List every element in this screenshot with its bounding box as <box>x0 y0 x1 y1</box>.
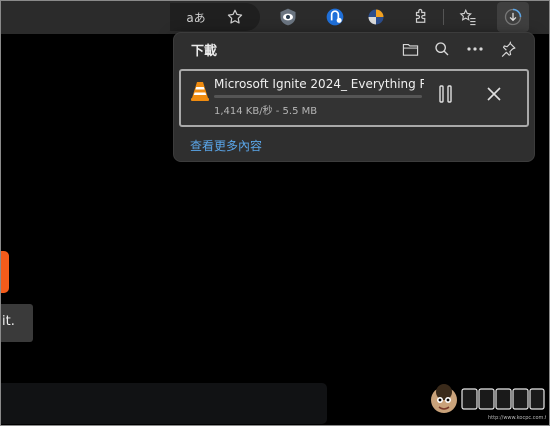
download-item[interactable]: Microsoft Ignite 2024_ Everything Re 1,4… <box>179 69 529 127</box>
downloads-icon[interactable] <box>501 5 525 29</box>
see-more-link[interactable]: 查看更多內容 <box>190 137 262 154</box>
download-filename[interactable]: Microsoft Ignite 2024_ Everything Re <box>214 77 424 91</box>
close-icon <box>487 87 501 101</box>
page-bottom-bar <box>0 383 327 424</box>
pause-button[interactable] <box>435 83 457 105</box>
page-tooltip: it. <box>0 304 33 342</box>
watermark-url: http://www.kocpc.com.tw <box>488 415 546 421</box>
orange-side-tab[interactable] <box>0 251 9 293</box>
extensions-icon[interactable] <box>409 5 433 29</box>
toolbar-separator <box>443 9 444 25</box>
tracker-extension-icon[interactable] <box>323 5 347 29</box>
color-extension-icon[interactable] <box>364 5 388 29</box>
browser-toolbar: aあ <box>0 0 550 34</box>
cancel-download-button[interactable] <box>483 83 505 105</box>
download-progress-bar <box>214 95 422 98</box>
downloads-panel: 下載 Microsoft Ignite 2024_ Everything Re … <box>173 32 535 162</box>
tooltip-text: it. <box>2 314 15 329</box>
download-status: 1,414 KB/秒 - 5.5 MB <box>214 106 318 117</box>
favorite-star-icon[interactable] <box>223 5 247 29</box>
read-aloud-icon[interactable]: aあ <box>184 5 208 29</box>
panel-title: 下載 <box>191 44 218 59</box>
search-icon[interactable] <box>431 38 453 60</box>
eye-extension-icon[interactable] <box>276 5 300 29</box>
vlc-file-icon <box>191 80 209 102</box>
favorites-icon[interactable] <box>456 5 480 29</box>
more-options-icon[interactable] <box>464 38 486 60</box>
watermark-logo: http://www.kocpc.com.tw <box>428 378 550 422</box>
pin-icon[interactable] <box>497 38 519 60</box>
open-folder-icon[interactable] <box>399 38 421 60</box>
pause-icon <box>439 85 452 103</box>
